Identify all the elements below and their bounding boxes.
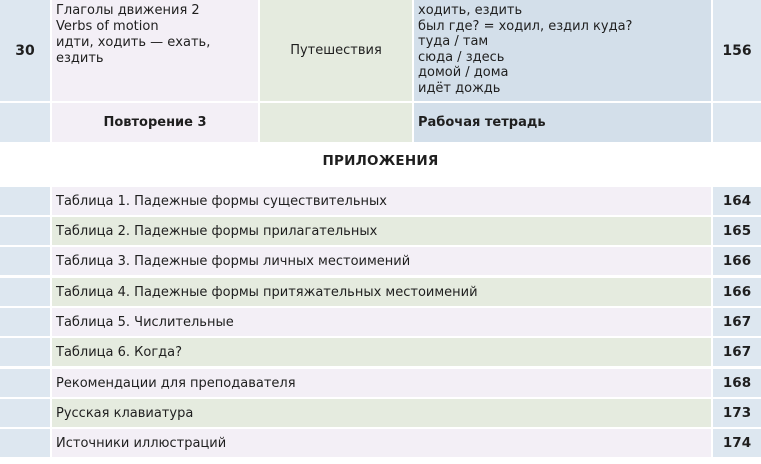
review-number-cell <box>0 103 50 142</box>
row-strip <box>0 338 50 366</box>
appendix-row[interactable]: Таблица 2. Падежные формы прилагательных… <box>0 217 761 245</box>
appendix-row[interactable]: Русская клавиатура 173 <box>0 399 761 427</box>
review-page-cell <box>713 103 761 142</box>
appendix-page: 168 <box>713 369 761 397</box>
notes-line: туда / там <box>418 34 489 49</box>
appendix-page: 174 <box>713 429 761 457</box>
row-strip <box>0 369 50 397</box>
topic-line: Глаголы движения 2 <box>56 3 200 18</box>
lesson-theme: Путешествия <box>260 0 412 101</box>
appendix-label: Таблица 3. Падежные формы личных местоим… <box>52 247 711 275</box>
appendix-row[interactable]: Таблица 6. Когда? 167 <box>0 338 761 366</box>
appendix-label: Таблица 5. Числительные <box>52 308 711 336</box>
notes-line: идёт дождь <box>418 80 501 96</box>
appendix-label: Таблица 6. Когда? <box>52 338 711 366</box>
appendix-row[interactable]: Таблица 5. Числительные 167 <box>0 308 761 336</box>
topic-line: идти, ходить — ехать, ездить <box>56 35 211 66</box>
notes-line: был где? = ходил, ездил куда? <box>418 18 633 34</box>
row-strip <box>0 247 50 275</box>
appendix-page: 173 <box>713 399 761 427</box>
topic-line: Verbs of motion <box>56 19 159 34</box>
row-strip <box>0 187 50 215</box>
appendix-row[interactable]: Таблица 1. Падежные формы существительны… <box>0 187 761 215</box>
appendix-label: Таблица 2. Падежные формы прилагательных <box>52 217 711 245</box>
lesson-page-number: 156 <box>713 0 761 101</box>
review-theme-cell <box>260 103 412 142</box>
review-workbook: Рабочая тетрадь <box>414 103 711 142</box>
appendix-page: 166 <box>713 247 761 275</box>
appendix-row[interactable]: Рекомендации для преподавателя 168 <box>0 369 761 397</box>
appendix-row[interactable]: Таблица 4. Падежные формы притяжательных… <box>0 278 761 306</box>
appendix-label: Источники иллюстраций <box>52 429 711 457</box>
notes-line: домой / дома <box>418 65 509 80</box>
appendix-row[interactable]: Источники иллюстраций 174 <box>0 429 761 457</box>
row-strip <box>0 278 50 306</box>
appendix-label: Русская клавиатура <box>52 399 711 427</box>
review-label: Повторение 3 <box>52 103 258 142</box>
row-strip <box>0 399 50 427</box>
appendix-page: 166 <box>713 278 761 306</box>
notes-line: сюда / здесь <box>418 49 505 65</box>
appendix-row[interactable]: Таблица 3. Падежные формы личных местоим… <box>0 247 761 275</box>
lesson-topic: Глаголы движения 2 Verbs of motion идти,… <box>52 0 258 101</box>
appendix-title: ПРИЛОЖЕНИЯ <box>322 153 439 169</box>
lesson-notes: ходить, ездить был где? = ходил, ездил к… <box>414 0 711 101</box>
appendix-page: 165 <box>713 217 761 245</box>
notes-line: ходить, ездить <box>418 3 523 18</box>
row-strip <box>0 308 50 336</box>
appendix-page: 167 <box>713 308 761 336</box>
lesson-number: 30 <box>0 0 50 101</box>
appendix-page: 164 <box>713 187 761 215</box>
row-strip <box>0 429 50 457</box>
appendix-label: Таблица 1. Падежные формы существительны… <box>52 187 711 215</box>
appendix-label: Таблица 4. Падежные формы притяжательных… <box>52 278 711 306</box>
appendix-page: 167 <box>713 338 761 366</box>
appendix-label: Рекомендации для преподавателя <box>52 369 711 397</box>
row-strip <box>0 217 50 245</box>
